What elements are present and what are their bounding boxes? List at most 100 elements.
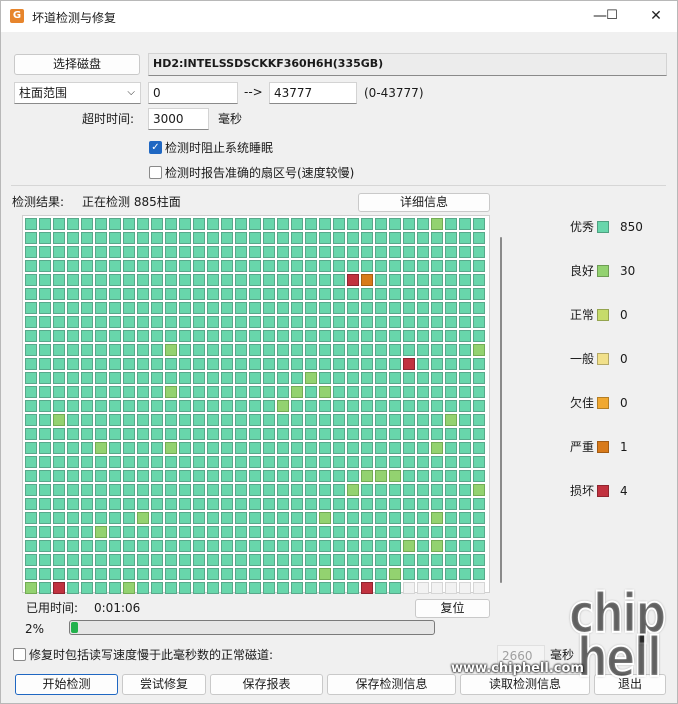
cylinder-cell (151, 246, 163, 258)
cylinder-cell (193, 400, 205, 412)
legend-swatch (597, 441, 609, 453)
cylinder-cell (95, 330, 107, 342)
cylinder-cell (403, 246, 415, 258)
cylinder-cell (473, 442, 485, 454)
cylinder-cell (95, 302, 107, 314)
cylinder-cell (39, 582, 51, 594)
cylinder-cell (193, 582, 205, 594)
cylinder-cell (81, 442, 93, 454)
cylinder-cell (67, 372, 79, 384)
cylinder-cell (193, 568, 205, 580)
range-start-input[interactable]: 0 (148, 82, 238, 104)
cylinder-cell (81, 386, 93, 398)
repair-include-checkbox[interactable] (13, 648, 26, 661)
cylinder-cell (417, 428, 429, 440)
cylinder-cell (375, 442, 387, 454)
cylinder-cell (473, 274, 485, 286)
cylinder-cell (137, 274, 149, 286)
cylinder-cell (445, 582, 457, 594)
load-detection-info-button[interactable]: 读取检测信息 (460, 674, 590, 695)
cylinder-cell (109, 260, 121, 272)
cylinder-cell (277, 330, 289, 342)
save-report-button[interactable]: 保存报表 (210, 674, 323, 695)
cylinder-cell (305, 414, 317, 426)
cylinder-cell (305, 526, 317, 538)
cylinder-cell (221, 344, 233, 356)
cylinder-cell (249, 554, 261, 566)
cylinder-cell (25, 400, 37, 412)
cylinder-cell (291, 316, 303, 328)
close-button[interactable]: ✕ (641, 5, 671, 27)
cylinder-cell (277, 218, 289, 230)
cylinder-cell (277, 428, 289, 440)
cylinder-cell (333, 540, 345, 552)
cylinder-cell (67, 512, 79, 524)
range-end-input[interactable]: 43777 (269, 82, 357, 104)
cylinder-cell (263, 288, 275, 300)
cylinder-cell (389, 484, 401, 496)
cylinder-cell (25, 442, 37, 454)
cylinder-cell (445, 568, 457, 580)
cylinder-cell (459, 484, 471, 496)
try-repair-button[interactable]: 尝试修复 (122, 674, 206, 695)
cylinder-cell (193, 498, 205, 510)
select-disk-button[interactable]: 选择磁盘 (14, 54, 140, 75)
cylinder-cell (389, 274, 401, 286)
cylinder-cell (459, 274, 471, 286)
cylinder-cell (375, 302, 387, 314)
cylinder-cell (165, 470, 177, 482)
cylinder-cell (207, 330, 219, 342)
timeout-input[interactable]: 3000 (148, 108, 209, 130)
cylinder-cell (137, 498, 149, 510)
cylinder-cell (67, 400, 79, 412)
scrollbar[interactable] (500, 237, 502, 583)
cylinder-cell (123, 344, 135, 356)
cylinder-cell (277, 232, 289, 244)
cylinder-cell (249, 316, 261, 328)
cylinder-cell (53, 470, 65, 482)
prevent-sleep-checkbox[interactable]: ✓ (149, 141, 162, 154)
cylinder-cell (417, 456, 429, 468)
cylinder-cell (221, 470, 233, 482)
cylinder-cell (109, 526, 121, 538)
cylinder-cell (151, 232, 163, 244)
cylinder-cell (151, 386, 163, 398)
report-sector-checkbox[interactable] (149, 166, 162, 179)
cylinder-cell (417, 512, 429, 524)
cylinder-cell (333, 232, 345, 244)
cylinder-cell (263, 218, 275, 230)
cylinder-cell (445, 358, 457, 370)
cylinder-cell (67, 540, 79, 552)
cylinder-cell (81, 498, 93, 510)
start-detection-button[interactable]: 开始检测 (15, 674, 118, 695)
maximize-button[interactable]: ☐ (597, 5, 627, 27)
elapsed-label: 已用时间: (26, 601, 79, 615)
cylinder-cell (123, 372, 135, 384)
legend-swatch (597, 397, 609, 409)
cylinder-cell (319, 582, 331, 594)
cylinder-cell (95, 316, 107, 328)
cylinder-cell (67, 274, 79, 286)
cylinder-cell (179, 246, 191, 258)
cylinder-cell (165, 218, 177, 230)
cylinder-cell (361, 330, 373, 342)
cylinder-cell (39, 232, 51, 244)
cylinder-cell (67, 330, 79, 342)
reset-button[interactable]: 复位 (415, 599, 490, 618)
save-detection-info-button[interactable]: 保存检测信息 (327, 674, 456, 695)
cylinder-cell (375, 274, 387, 286)
details-button[interactable]: 详细信息 (358, 193, 490, 212)
cylinder-cell (445, 414, 457, 426)
cylinder-cell (389, 456, 401, 468)
repair-threshold-input[interactable]: 2660 (497, 645, 545, 667)
cylinder-cell (403, 568, 415, 580)
cylinder-cell (361, 302, 373, 314)
exit-button[interactable]: 退出 (594, 674, 666, 695)
cylinder-cell (319, 302, 331, 314)
range-mode-select[interactable]: 柱面范围 ⌵ (14, 82, 141, 104)
cylinder-cell (179, 470, 191, 482)
legend-label: 欠佳 (570, 396, 595, 410)
cylinder-cell (109, 442, 121, 454)
cylinder-cell (151, 414, 163, 426)
cylinder-cell (67, 554, 79, 566)
